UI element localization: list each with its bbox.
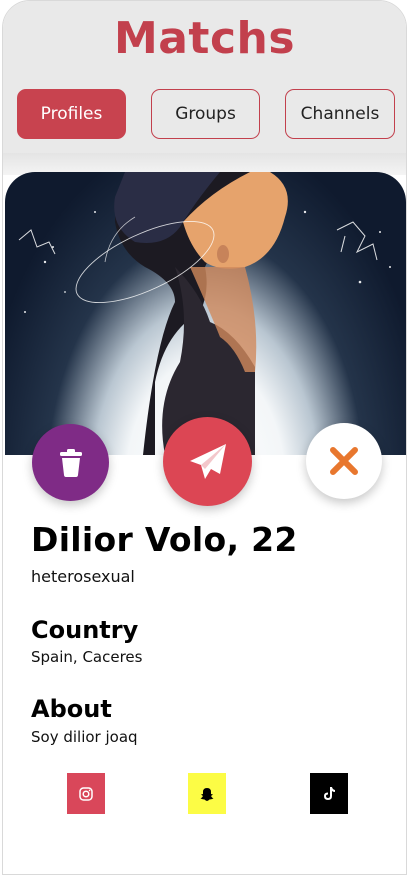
dismiss-button[interactable] [306,423,382,499]
page-title: Matchs [113,13,296,64]
instagram-icon [79,786,93,801]
header: Matchs Profiles Groups Channels [3,1,406,153]
profile-photo [5,172,406,455]
tiktok-link[interactable] [310,773,348,814]
tab-channels[interactable]: Channels [285,89,395,139]
send-message-button[interactable] [163,417,252,506]
country-heading: Country [31,616,139,644]
snapchat-icon [200,787,214,801]
about-heading: About [31,695,112,723]
profile-orientation: heterosexual [31,567,135,586]
profile-name-age: Dilior Volo, 22 [31,520,298,559]
paper-plane-icon [189,443,226,479]
tab-profiles[interactable]: Profiles [17,89,126,139]
app-frame: Matchs Profiles Groups Channels Dilior V… [2,0,407,875]
country-value: Spain, Caceres [31,648,143,666]
about-value: Soy dilior joaq [31,728,138,746]
instagram-link[interactable] [67,773,105,814]
tab-bar: Profiles Groups Channels [3,89,406,141]
delete-button[interactable] [32,424,109,501]
trash-icon [59,448,82,477]
close-icon [330,447,358,475]
tiktok-icon [324,787,335,800]
profile-illustration [18,172,391,455]
tab-groups[interactable]: Groups [151,89,260,139]
snapchat-link[interactable] [188,773,226,814]
